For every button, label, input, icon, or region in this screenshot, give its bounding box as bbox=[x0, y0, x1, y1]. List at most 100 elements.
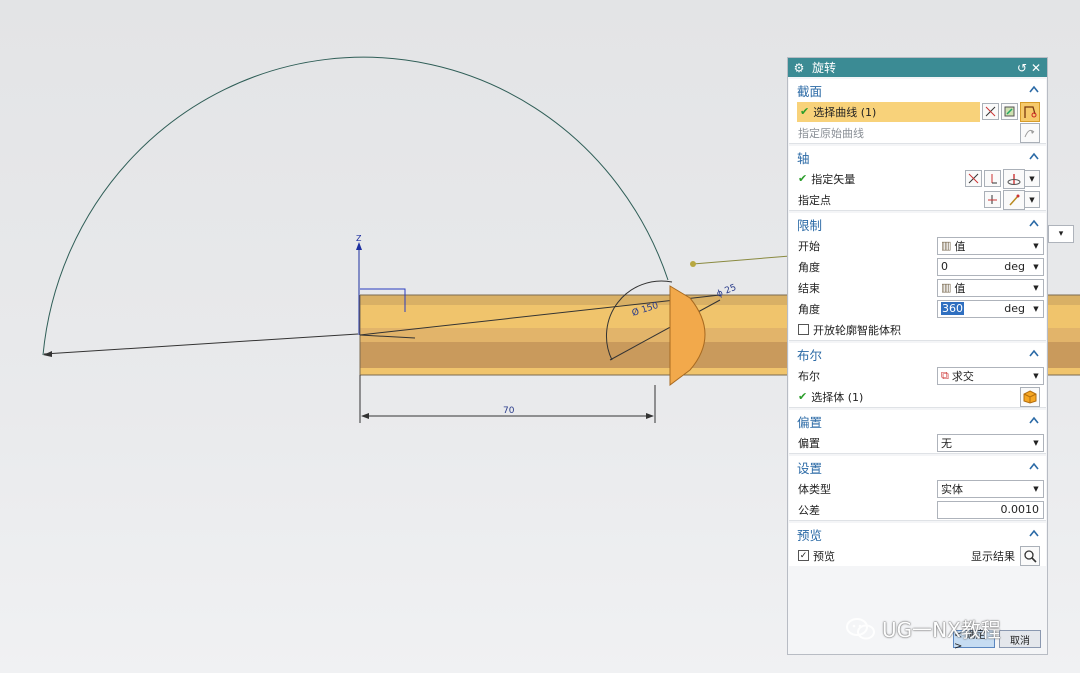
select-body-row[interactable]: ✔ 选择体 (1) bbox=[789, 386, 1046, 407]
offset-select[interactable]: 无 ▼ bbox=[937, 433, 1044, 452]
preview-header-label: 预览 bbox=[797, 527, 823, 543]
tolerance-input[interactable]: 0.0010 bbox=[937, 500, 1044, 519]
intersect-icon: ⧉ bbox=[941, 368, 949, 382]
chevron-up-icon[interactable] bbox=[1028, 461, 1040, 473]
vector-type-icon[interactable] bbox=[1003, 168, 1025, 189]
hidden-combo-fragment[interactable]: ▾ bbox=[1048, 225, 1074, 243]
value-icon: ▥ bbox=[941, 239, 952, 252]
check-icon: ✔ bbox=[800, 105, 810, 118]
radius-line bbox=[43, 333, 359, 355]
start-select-value: 值 bbox=[954, 239, 966, 253]
end-select-value: 值 bbox=[954, 281, 966, 295]
offset-select-value: 无 bbox=[941, 436, 952, 450]
chevron-up-icon[interactable] bbox=[1028, 84, 1040, 96]
open-profile-row[interactable]: 开放轮廓智能体积 bbox=[789, 319, 1046, 340]
vector-dialog-icon[interactable] bbox=[984, 170, 1001, 187]
chevron-down-icon[interactable]: ▼ bbox=[1029, 372, 1043, 380]
axis-header-label: 轴 bbox=[797, 150, 810, 166]
cancel-button[interactable]: 取消 bbox=[999, 630, 1041, 648]
dialog-titlebar[interactable]: ⚙ 旋转 ↺ ✕ bbox=[788, 58, 1047, 77]
start-angle-unit: deg bbox=[1004, 260, 1025, 273]
chevron-up-icon[interactable] bbox=[1028, 528, 1040, 540]
leader-line bbox=[692, 255, 791, 265]
close-icon[interactable]: ✕ bbox=[1029, 61, 1043, 75]
section-header[interactable]: 截面 bbox=[789, 79, 1046, 101]
end-select[interactable]: ▥ 值 ▼ bbox=[937, 278, 1044, 297]
value-icon: ▥ bbox=[941, 281, 952, 294]
offset-header[interactable]: 偏置 bbox=[789, 410, 1046, 432]
magnifier-icon[interactable] bbox=[1020, 545, 1040, 566]
curve-select-icon[interactable] bbox=[1020, 101, 1040, 122]
axis-group: 轴 ✔ 指定矢量 ▼ 指定点 ▼ bbox=[789, 146, 1046, 211]
tolerance-row: 公差 0.0010 bbox=[789, 499, 1046, 520]
check-icon: ✔ bbox=[798, 172, 808, 185]
specify-point-row[interactable]: 指定点 ▼ bbox=[789, 189, 1046, 210]
watermark: UG一NX教程 bbox=[846, 614, 1001, 643]
start-select[interactable]: ▥ 值 ▼ bbox=[937, 236, 1044, 255]
boolean-header[interactable]: 布尔 bbox=[789, 343, 1046, 365]
z-axis-label: Z bbox=[356, 234, 362, 243]
length-dimension[interactable]: 70 bbox=[503, 406, 515, 416]
boolean-row: 布尔 ⧉ 求交 ▼ bbox=[789, 365, 1046, 386]
preview-header[interactable]: 预览 bbox=[789, 523, 1046, 545]
chevron-up-icon[interactable] bbox=[1028, 151, 1040, 163]
chevron-down-icon[interactable]: ▼ bbox=[1029, 263, 1043, 271]
length-arrow-right bbox=[646, 413, 654, 419]
preview-checkbox[interactable]: ✓ bbox=[798, 550, 809, 561]
leader-point[interactable] bbox=[690, 261, 696, 267]
length-arrow-left bbox=[361, 413, 369, 419]
boolean-group: 布尔 布尔 ⧉ 求交 ▼ ✔ 选择体 (1) bbox=[789, 343, 1046, 408]
select-curve-row[interactable]: ✔ 选择曲线 (1) bbox=[789, 101, 1046, 122]
end-angle-value[interactable]: 360 bbox=[941, 302, 964, 315]
open-profile-label: 开放轮廓智能体积 bbox=[813, 323, 901, 337]
origin-curve-icon[interactable] bbox=[1020, 122, 1040, 143]
settings-header[interactable]: 设置 bbox=[789, 456, 1046, 478]
chevron-up-icon[interactable] bbox=[1028, 415, 1040, 427]
limits-header[interactable]: 限制 bbox=[789, 213, 1046, 235]
tolerance-value[interactable]: 0.0010 bbox=[1001, 503, 1040, 516]
chevron-down-icon[interactable]: ▼ bbox=[1029, 242, 1043, 250]
chevron-up-icon[interactable] bbox=[1028, 348, 1040, 360]
chevron-down-icon[interactable]: ▼ bbox=[1029, 485, 1043, 493]
settings-group: 设置 体类型 实体 ▼ 公差 0.0010 bbox=[789, 456, 1046, 521]
point-dropdown-icon[interactable]: ▼ bbox=[1025, 191, 1040, 208]
vector-dropdown-icon[interactable]: ▼ bbox=[1025, 170, 1040, 187]
gear-icon[interactable]: ⚙ bbox=[792, 61, 806, 75]
body-type-select[interactable]: 实体 ▼ bbox=[937, 479, 1044, 498]
specify-vector-row[interactable]: ✔ 指定矢量 ▼ bbox=[789, 168, 1046, 189]
end-angle-input[interactable]: 360 deg ▼ bbox=[937, 299, 1044, 318]
end-angle-row: 角度 360 deg ▼ bbox=[789, 298, 1046, 319]
wechat-icon bbox=[846, 617, 875, 639]
select-curve-field[interactable]: ✔ 选择曲线 (1) bbox=[797, 101, 980, 122]
start-angle-value[interactable]: 0 bbox=[941, 260, 1004, 273]
sketch-section-icon[interactable] bbox=[1001, 103, 1018, 120]
offset-row: 偏置 无 ▼ bbox=[789, 432, 1046, 453]
limits-group: 限制 开始 ▥ 值 ▼ 角度 0 deg ▼ 结束 ▥ 值 ▼ 角度 360 d… bbox=[789, 213, 1046, 341]
offset-group: 偏置 偏置 无 ▼ bbox=[789, 410, 1046, 454]
curve-rule-icon[interactable] bbox=[982, 103, 999, 120]
check-icon: ✔ bbox=[798, 390, 808, 403]
point-dialog-icon[interactable] bbox=[984, 191, 1001, 208]
section-group: 截面 ✔ 选择曲线 (1) 指定原始曲线 bbox=[789, 79, 1046, 144]
preview-label: 预览 bbox=[813, 549, 835, 563]
open-profile-checkbox[interactable] bbox=[798, 324, 809, 335]
boolean-select-value: 求交 bbox=[951, 369, 974, 383]
settings-header-label: 设置 bbox=[797, 460, 823, 476]
select-body-icon[interactable] bbox=[1020, 386, 1040, 407]
start-angle-input[interactable]: 0 deg ▼ bbox=[937, 257, 1044, 276]
origin-curve-row[interactable]: 指定原始曲线 bbox=[789, 122, 1046, 143]
boolean-select[interactable]: ⧉ 求交 ▼ bbox=[937, 366, 1044, 385]
end-row: 结束 ▥ 值 ▼ bbox=[789, 277, 1046, 298]
axis-header[interactable]: 轴 bbox=[789, 146, 1046, 168]
chevron-down-icon[interactable]: ▼ bbox=[1029, 305, 1043, 313]
point-type-icon[interactable] bbox=[1003, 189, 1025, 210]
z-axis-arrow bbox=[356, 242, 362, 250]
chevron-down-icon[interactable]: ▼ bbox=[1029, 439, 1043, 447]
origin-curve-label: 指定原始曲线 bbox=[798, 126, 864, 140]
reset-icon[interactable]: ↺ bbox=[1015, 61, 1029, 75]
chevron-up-icon[interactable] bbox=[1028, 218, 1040, 230]
reverse-direction-icon[interactable] bbox=[965, 170, 982, 187]
chevron-down-icon[interactable]: ▼ bbox=[1029, 284, 1043, 292]
revolve-dialog: ⚙ 旋转 ↺ ✕ 截面 ✔ 选择曲线 (1) 指定原始曲线 轴 ✔ 指定矢量 ▼… bbox=[787, 57, 1048, 655]
start-row: 开始 ▥ 值 ▼ bbox=[789, 235, 1046, 256]
